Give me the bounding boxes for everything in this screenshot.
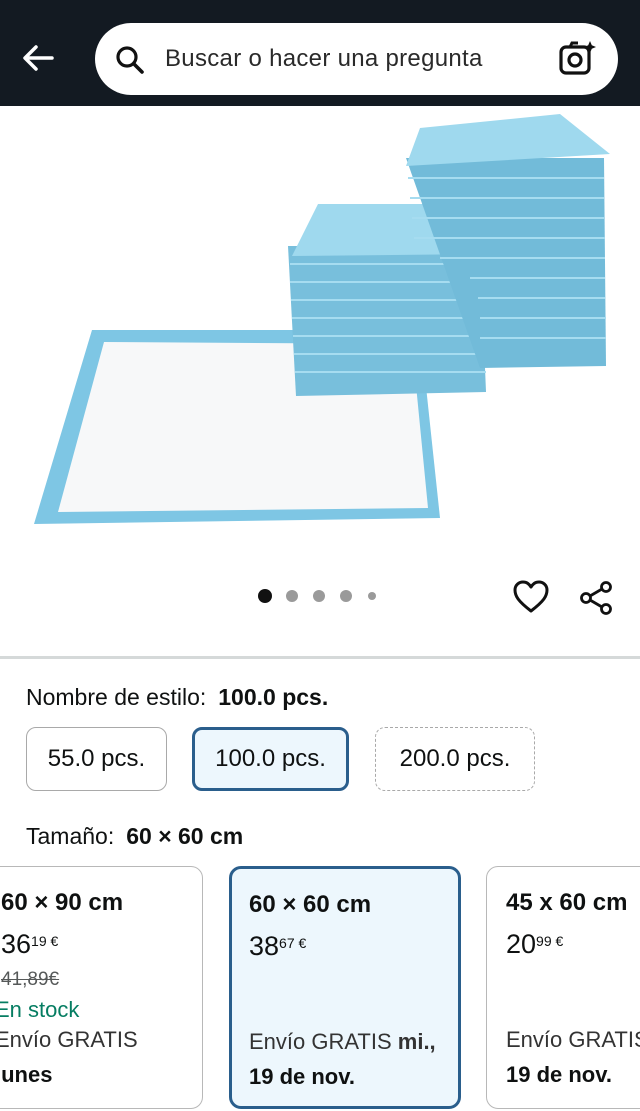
size-card-old-price: 41,89€ (1, 969, 60, 990)
section-divider (0, 656, 640, 659)
camera-search-icon[interactable] (557, 39, 597, 79)
search-icon (116, 46, 144, 74)
carousel-dot-active[interactable] (258, 589, 272, 603)
style-option-55[interactable]: 55.0 pcs. (26, 727, 167, 791)
size-card-45x60[interactable]: 45 x 60 cm 2099 € Envío GRATIS 19 de nov… (486, 866, 640, 1109)
heart-icon[interactable] (512, 579, 550, 615)
carousel-dots[interactable] (258, 588, 388, 604)
size-label: Tamaño: 60 × 60 cm (26, 823, 244, 849)
size-card-shipping: Envío GRATIS (0, 1027, 138, 1052)
product-image[interactable] (0, 106, 640, 558)
size-selected-value: 60 × 60 cm (126, 823, 244, 849)
style-selected-value: 100.0 pcs. (218, 684, 329, 710)
back-arrow-icon[interactable] (18, 38, 58, 78)
size-card-60x90[interactable]: 60 × 90 cm 3619 € 41,89€ En stock Envío … (0, 866, 203, 1109)
size-card-price: 3619 € (1, 929, 59, 959)
carousel-dot[interactable] (340, 590, 352, 602)
product-photo (34, 114, 610, 524)
carousel-dot[interactable] (286, 590, 298, 602)
carousel-dot[interactable] (313, 590, 325, 602)
style-label: Nombre de estilo: 100.0 pcs. (26, 684, 329, 710)
top-bar: Buscar o hacer una pregunta (0, 0, 640, 106)
style-option-200[interactable]: 200.0 pcs. (375, 727, 535, 791)
search-bar[interactable]: Buscar o hacer una pregunta (95, 23, 618, 95)
carousel-dot[interactable] (368, 592, 376, 600)
share-icon[interactable] (578, 580, 614, 616)
size-card-price: 3867 € (249, 931, 307, 961)
size-card-shipping-day: 19 de nov. (249, 1064, 355, 1089)
size-card-title: 60 × 60 cm (249, 891, 372, 918)
style-option-100-selected[interactable]: 100.0 pcs. (192, 727, 349, 791)
size-card-stock: En stock (0, 997, 80, 1022)
size-card-shipping-day: lunes (0, 1062, 53, 1087)
size-card-shipping: Envío GRATIS (506, 1027, 640, 1052)
size-card-title: 45 x 60 cm (506, 889, 628, 916)
search-input[interactable]: Buscar o hacer una pregunta (165, 45, 483, 73)
size-card-shipping-day: 19 de nov. (506, 1062, 612, 1087)
size-card-price: 2099 € (506, 929, 564, 959)
size-card-60x60-selected[interactable]: 60 × 60 cm 3867 € Envío GRATIS mi., 19 d… (229, 866, 461, 1109)
size-card-shipping: Envío GRATIS mi., (249, 1029, 436, 1054)
size-card-title: 60 × 90 cm (1, 889, 124, 916)
